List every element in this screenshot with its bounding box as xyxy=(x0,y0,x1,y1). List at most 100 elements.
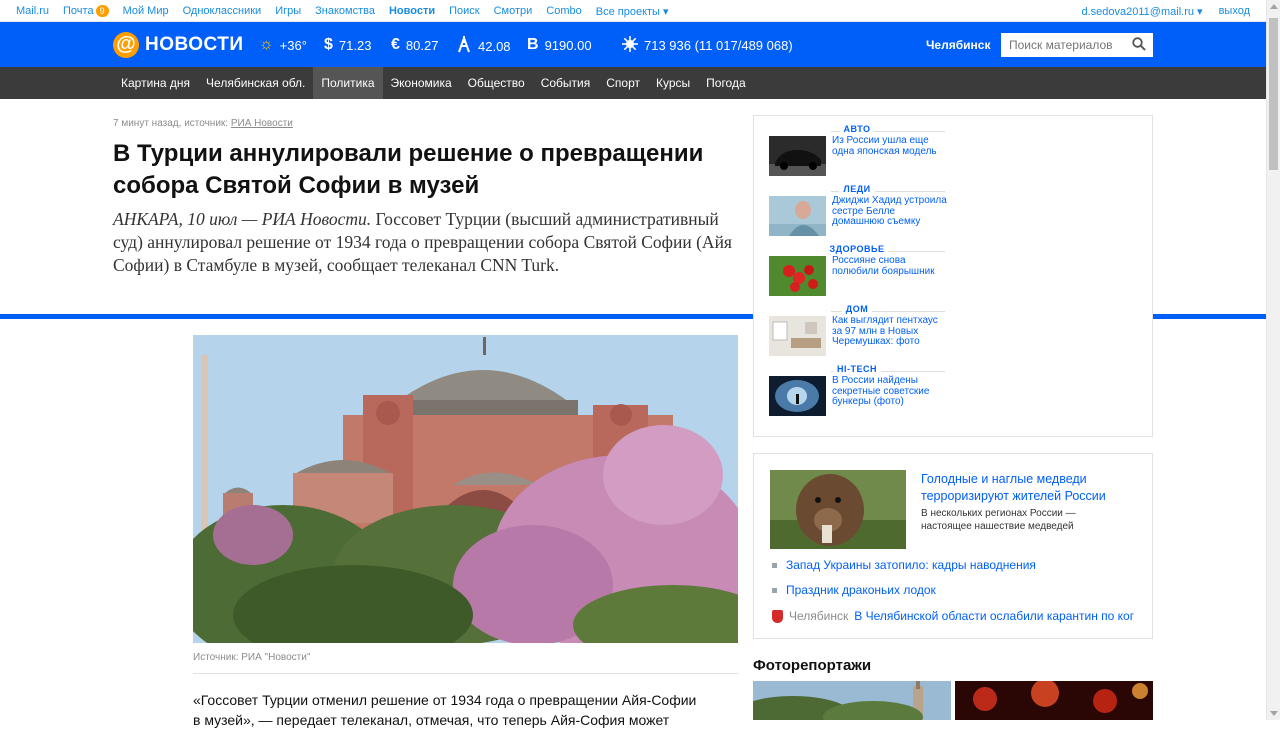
account-email: d.sedova2011@mail.ru xyxy=(1081,6,1194,18)
top-news-widget: Голодные и наглые медведи терроризируют … xyxy=(753,453,1153,639)
top-news-subtitle: В нескольких регионах России — настоящее… xyxy=(921,508,1076,532)
nav-item-kartina-dnya[interactable]: Картина дня xyxy=(113,67,198,99)
logo-text: НОВОСТИ xyxy=(145,34,244,55)
city-crest-icon xyxy=(772,609,783,623)
bitcoin-icon: B xyxy=(527,36,539,53)
regional-news-link[interactable]: Челябинск В Челябинской области ослабили… xyxy=(772,609,1138,623)
all-projects-label: Все проекты xyxy=(595,6,660,18)
scroll-up-arrow-icon[interactable] xyxy=(1270,4,1278,9)
at-logo-icon: @ xyxy=(113,32,139,58)
bullet-icon xyxy=(772,587,777,593)
photoreport-thumbnail[interactable] xyxy=(955,681,1153,720)
photo-caption: Источник: РИА "Новости" xyxy=(193,652,311,663)
teaser-thumbnail xyxy=(769,136,826,176)
weather-widget[interactable]: ☼ +36° xyxy=(259,36,307,54)
eur-value: 80.27 xyxy=(405,37,439,53)
teaser-category-label: ЛЕДИ xyxy=(839,184,875,194)
teaser-item[interactable]: ДОМ Как выглядит пентхаус за 97 млн в Но… xyxy=(769,304,945,364)
search-icon[interactable] xyxy=(1132,37,1146,51)
scroll-down-arrow-icon[interactable] xyxy=(1270,711,1278,716)
caption-divider xyxy=(193,673,738,674)
portal-link-pochta-label: Почта xyxy=(63,5,94,17)
top-news-title[interactable]: Голодные и наглые медведи терроризируют … xyxy=(921,471,1131,505)
news-link[interactable]: Запад Украины затопило: кадры наводнения xyxy=(772,558,1036,572)
news-link-text: Праздник драконьих лодок xyxy=(786,583,936,597)
scroll-thumb[interactable] xyxy=(1269,18,1278,170)
nav-item-chelyabinsk-obl[interactable]: Челябинская обл. xyxy=(198,67,313,99)
teaser-item[interactable]: АВТО Из России ушла еще одна японская мо… xyxy=(769,124,945,184)
teaser-category-label: ДОМ xyxy=(841,304,873,314)
portal-bar: Mail.ru Почта 9 Мой Мир Одноклассники Игр… xyxy=(0,0,1266,22)
partner-teasers: АВТО Из России ушла еще одна японская мо… xyxy=(753,115,1153,437)
teaser-item[interactable]: HI-TECH В России найдены секретные совет… xyxy=(769,364,945,424)
usd-rate[interactable]: $ 71.23 xyxy=(324,36,371,54)
news-logo[interactable]: @ НОВОСТИ xyxy=(113,32,244,58)
page-scrollbar[interactable] xyxy=(1266,0,1280,720)
search-box xyxy=(1001,33,1153,57)
regional-city-name: Челябинск xyxy=(789,609,849,623)
btc-rate[interactable]: B 9190.00 xyxy=(527,36,592,54)
teaser-category-label: ЗДОРОВЬЕ xyxy=(825,244,889,254)
teaser-thumbnail xyxy=(769,316,826,356)
nav-item-ekonomika[interactable]: Экономика xyxy=(383,67,460,99)
article-body: «Госсовет Турции отменил решение от 1934… xyxy=(193,690,703,730)
news-link-text: Запад Украины затопило: кадры наводнения xyxy=(786,558,1036,572)
teaser-category: АВТО xyxy=(769,124,945,134)
virus-value: 713 936 (11 017/489 068) xyxy=(644,38,793,53)
nav-item-kursy[interactable]: Курсы xyxy=(648,67,698,99)
teaser-text: Как выглядит пентхаус за 97 млн в Новых … xyxy=(832,315,938,347)
news-link[interactable]: Праздник драконьих лодок xyxy=(772,583,936,597)
nav-item-obshchestvo[interactable]: Общество xyxy=(460,67,533,99)
portal-link-news-label: Новости xyxy=(388,5,436,17)
portal-link-search[interactable]: Поиск xyxy=(449,5,479,18)
teaser-category: ДОМ xyxy=(769,304,945,314)
virus-stats[interactable]: 713 936 (11 017/489 068) xyxy=(622,36,793,55)
article-source-link[interactable]: РИА Новости xyxy=(231,118,293,129)
photoreport-thumbnail[interactable] xyxy=(753,681,951,720)
article-lead: АНКАРА, 10 июл — РИА Новости. Госсовет Т… xyxy=(113,208,733,277)
oil-price[interactable]: 42.08 xyxy=(456,35,511,56)
portal-link-games[interactable]: Игры xyxy=(275,5,301,18)
oil-rig-icon xyxy=(456,35,472,56)
portal-link-combo[interactable]: Combo xyxy=(546,5,581,18)
portal-link-pochta[interactable]: Почта 9 xyxy=(63,5,109,18)
teaser-category: ЛЕДИ xyxy=(769,184,945,194)
eur-rate[interactable]: € 80.27 xyxy=(391,36,438,54)
chevron-down-icon: ▾ xyxy=(663,6,669,18)
teaser-item[interactable]: ЗДОРОВЬЕ Россияне снова полюбили боярышн… xyxy=(769,244,945,304)
portal-link-news[interactable]: Новости xyxy=(389,5,435,18)
city-selector[interactable]: Челябинск xyxy=(926,38,990,52)
portal-link-mailru[interactable]: Mail.ru xyxy=(16,5,49,18)
teaser-thumbnail xyxy=(769,376,826,416)
lead-dateline: АНКАРА, 10 июл — РИА Новости. xyxy=(113,209,372,229)
portal-links: Mail.ru Почта 9 Мой Мир Одноклассники Игр… xyxy=(16,5,669,18)
oil-value: 42.08 xyxy=(478,38,511,54)
teaser-category: HI-TECH xyxy=(769,364,945,374)
portal-link-ok[interactable]: Одноклассники xyxy=(183,5,262,18)
portal-link-moy-mir[interactable]: Мой Мир xyxy=(123,5,169,18)
nav-item-politika[interactable]: Политика xyxy=(313,67,383,99)
logout-link[interactable]: выход xyxy=(1219,5,1250,18)
teaser-thumbnail xyxy=(769,256,826,296)
teaser-text: Россияне снова полюбили боярышник xyxy=(832,255,935,277)
article-title: В Турции аннулировали решение о превраще… xyxy=(113,140,704,199)
portal-link-smotri[interactable]: Смотри xyxy=(494,5,533,18)
nav-item-pogoda[interactable]: Погода xyxy=(698,67,754,99)
section-nav: Картина дня Челябинская обл. Политика Эк… xyxy=(0,67,1266,99)
euro-icon: € xyxy=(391,36,400,53)
virus-icon xyxy=(622,36,638,55)
bear-photo[interactable] xyxy=(770,470,906,549)
teaser-category-label: HI-TECH xyxy=(833,364,881,374)
portal-link-dating[interactable]: Знакомства xyxy=(315,5,375,18)
account-menu[interactable]: d.sedova2011@mail.ru ▾ xyxy=(1082,5,1203,18)
mail-count-badge: 9 xyxy=(95,5,109,17)
chevron-down-icon: ▾ xyxy=(1197,6,1203,18)
article-photo[interactable] xyxy=(193,335,738,643)
weather-value: +36° xyxy=(279,37,307,53)
article-meta: 7 минут назад, источник: РИА Новости xyxy=(113,118,293,129)
portal-link-all-projects[interactable]: Все проекты ▾ xyxy=(596,5,669,18)
nav-item-sport[interactable]: Спорт xyxy=(598,67,648,99)
search-input[interactable] xyxy=(1001,33,1153,57)
nav-item-sobytiya[interactable]: События xyxy=(533,67,599,99)
teaser-item[interactable]: ЛЕДИ Джиджи Хадид устроила сестре Белле … xyxy=(769,184,947,244)
